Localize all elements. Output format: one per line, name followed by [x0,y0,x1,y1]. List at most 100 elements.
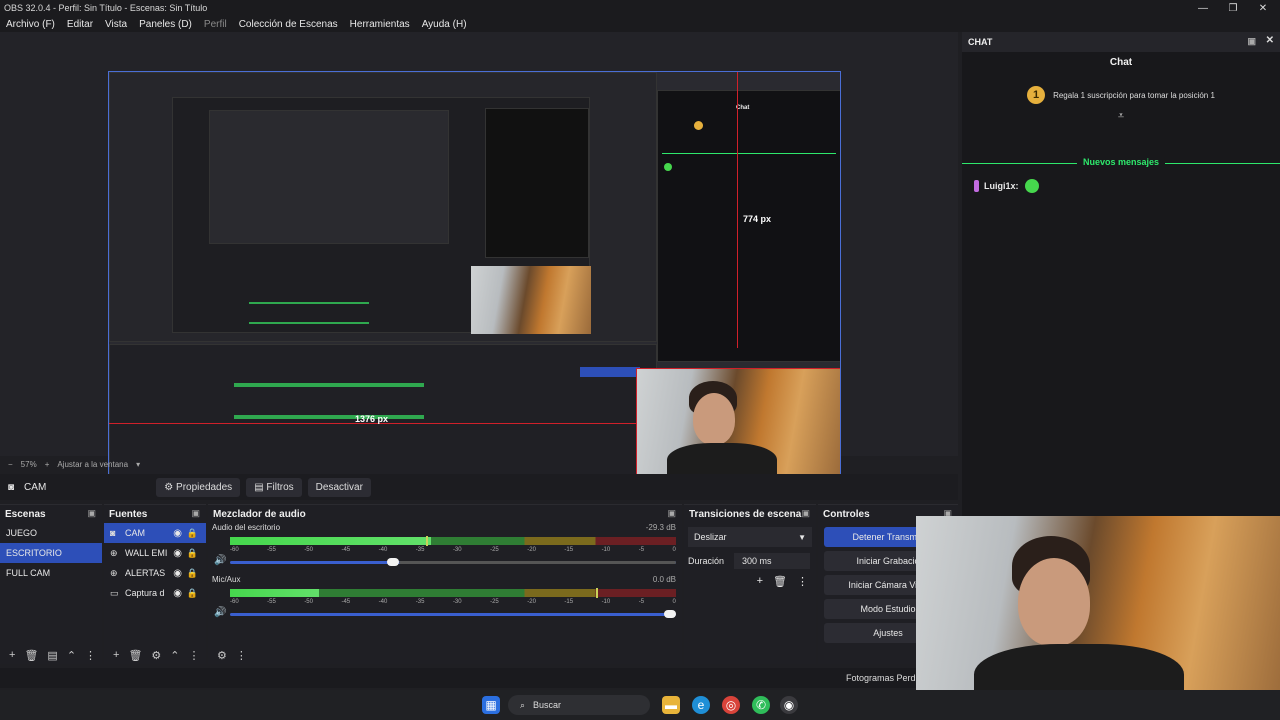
more-icon[interactable]: ⋮ [236,649,247,662]
zoom-out-icon[interactable]: − [8,460,13,469]
zoom-in-icon[interactable]: + [45,460,50,469]
chat-username[interactable]: Luigi1x: [984,181,1019,191]
mixer-settings-icon[interactable]: ⚙ [217,649,227,662]
menu-herramientas[interactable]: Herramientas [350,19,410,30]
eye-icon[interactable]: ◉ [173,588,182,599]
more-icon[interactable]: ⋮ [797,575,808,588]
scenes-header: Escenas ▣ [0,505,102,523]
sources-dock: Fuentes ▣ ◙ CAM ◉ 🔒 ⊕ WALL EMI ◉ 🔒 ⊕ ALERTAS ◉ 🔒 ▭… [104,504,206,664]
obs-window: OBS 32.0.4 - Perfil: Sin Título - Escena… [0,0,1280,720]
menu-editar[interactable]: Editar [67,19,93,30]
lock-icon[interactable]: 🔒 [187,548,198,559]
scale-tick: -10 [601,547,611,553]
scene-item-escritorio[interactable]: ESCRITORIO [0,543,102,563]
scene-item-full-cam[interactable]: FULL CAM [0,563,102,583]
scale-tick: -15 [564,599,574,605]
properties-button[interactable]: ⚙ Propiedades [156,477,241,497]
deactivate-button[interactable]: Desactivar [307,477,371,497]
menu-ayuda[interactable]: Ayuda (H) [422,19,467,30]
file-explorer-icon[interactable]: ▬ [662,696,680,714]
undock-icon[interactable]: ▣ [87,508,96,519]
undock-icon[interactable]: ▣ [667,508,676,519]
chevron-down-icon[interactable]: ▾ [136,460,140,469]
close-icon[interactable]: ✕ [1266,35,1274,46]
slider-knob[interactable] [387,558,400,566]
move-up-icon[interactable]: ⌃ [170,649,179,662]
eye-icon[interactable]: ◉ [173,568,182,579]
transitions-title: Transiciones de escena [689,508,802,520]
chrome-icon[interactable]: ◎ [722,696,740,714]
more-icon[interactable]: ⋮ [85,649,96,662]
lock-icon[interactable]: 🔒 [187,588,198,599]
fit-window-label[interactable]: Ajustar a la ventana [57,460,128,469]
scale-tick: -25 [490,599,499,605]
remove-transition-icon[interactable]: 🗑 [773,575,787,588]
volume-slider[interactable] [230,610,676,618]
scale-tick: -5 [638,599,645,605]
lock-icon[interactable]: 🔒 [187,528,198,539]
add-scene-icon[interactable]: + [9,649,15,661]
gift-leaderboard[interactable]: 1 Regala 1 suscripción para tomar la pos… [962,86,1280,104]
windows-start-icon[interactable]: ▦ [482,696,500,714]
transition-actions: + 🗑 ⋮ [684,575,816,588]
eye-icon[interactable]: ◉ [173,548,182,559]
preview-canvas[interactable]: Chat 774 px 1376 px [108,71,841,485]
remove-source-icon[interactable]: 🗑 [128,649,142,662]
slider-knob[interactable] [664,610,676,618]
scale-tick: -35 [415,599,425,605]
transition-select[interactable]: Deslizar ▼ [688,527,812,547]
source-item-captura[interactable]: ▭ Captura d ◉ 🔒 [104,583,206,603]
scenes-title: Escenas [5,508,46,520]
source-name: WALL EMI [125,548,168,558]
preview-chat-title: Chat [736,105,750,111]
source-settings-icon[interactable]: ⚙ [151,649,161,662]
more-icon[interactable]: ⋮ [189,649,200,662]
lock-icon[interactable]: 🔒 [187,568,198,579]
preview-chat-coin [694,121,703,130]
whatsapp-icon[interactable]: ✆ [752,696,770,714]
scale-tick: -30 [452,547,462,553]
move-up-icon[interactable]: ⌃ [67,649,76,662]
source-name: Captura d [125,588,165,598]
source-item-wall-emi[interactable]: ⊕ WALL EMI ◉ 🔒 [104,543,206,563]
menu-coleccion-escenas[interactable]: Colección de Escenas [239,19,338,30]
add-source-icon[interactable]: + [113,649,119,661]
source-item-alertas[interactable]: ⊕ ALERTAS ◉ 🔒 [104,563,206,583]
maximize-button[interactable]: ❐ [1216,0,1250,16]
scale-tick: -15 [564,547,574,553]
mixer-channel-mic: Mic/Aux 0.0 dB -60 -55 -50 -45 -40 -35 -30 -25-… [208,575,682,627]
chat-message: Luigi1x: [974,179,1280,193]
undock-icon[interactable]: ▣ [801,508,810,519]
scene-filters-icon[interactable]: ▤ [47,649,57,662]
undock-icon[interactable]: ▣ [191,508,200,519]
mixer-header: Mezclador de audio ▣ [208,505,682,523]
menu-archivo[interactable]: Archivo (F) [6,19,55,30]
obs-icon[interactable]: ◉ [780,696,798,714]
channel-db: -29.3 dB [645,523,676,532]
filters-button[interactable]: ▤ Filtros [246,477,302,497]
minimize-button[interactable]: — [1186,0,1220,16]
eye-icon[interactable]: ◉ [173,528,182,539]
search-placeholder: Buscar [533,700,562,710]
speaker-icon[interactable]: 🔊 [214,555,226,566]
scene-item-juego[interactable]: JUEGO [0,523,102,543]
scale-tick: -40 [378,599,388,605]
menu-perfil[interactable]: Perfil [204,19,227,30]
add-transition-icon[interactable]: + [757,575,763,588]
chevron-down-icon[interactable]: ⩡ [962,110,1280,123]
close-button[interactable]: ✕ [1246,0,1280,16]
volume-slider[interactable] [230,558,676,566]
scale-tick: -55 [267,547,276,553]
remove-scene-icon[interactable]: 🗑 [24,649,38,662]
chevron-down-icon: ▼ [798,532,806,542]
undock-icon[interactable]: ▣ [1247,36,1256,47]
edge-icon[interactable]: e [692,696,710,714]
menu-paneles[interactable]: Paneles (D) [139,19,192,30]
speaker-icon[interactable]: 🔊 [214,607,226,618]
monitor-icon: ▭ [110,587,119,598]
taskbar-search[interactable]: ⌕ Buscar [508,695,650,715]
volume-meter [230,588,676,598]
duration-input[interactable]: 300 ms [734,553,811,569]
menu-vista[interactable]: Vista [105,19,127,30]
source-item-cam[interactable]: ◙ CAM ◉ 🔒 [104,523,206,543]
